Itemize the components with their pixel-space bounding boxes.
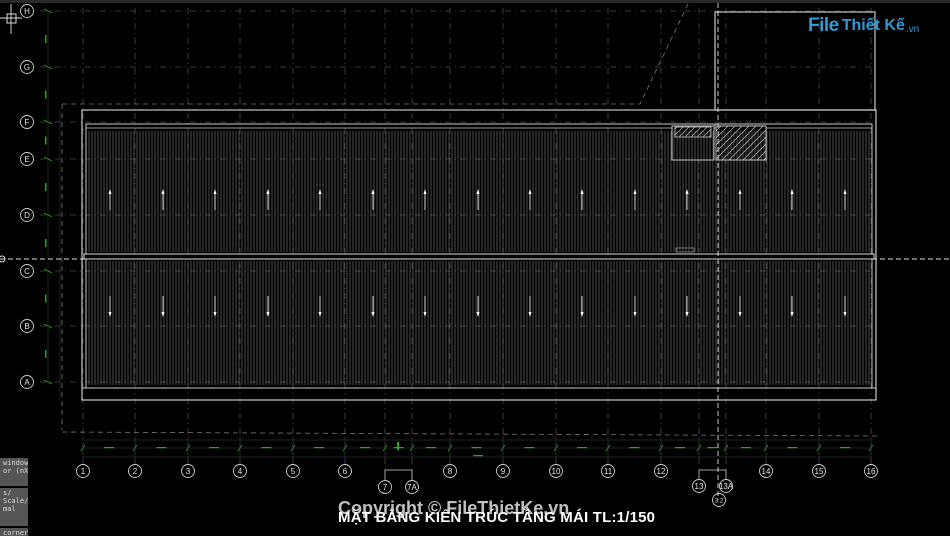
column-axis-label: 7 xyxy=(383,483,388,492)
dimension-text-mark xyxy=(45,350,47,358)
dimension-text-mark xyxy=(360,447,370,449)
row-axis-label: F xyxy=(25,118,30,127)
dimension-text-mark xyxy=(45,183,47,191)
dimension-text-mark xyxy=(629,447,640,449)
dimension-text-mark xyxy=(209,447,219,449)
ridge-label-tag xyxy=(675,247,695,253)
command-line-panel[interactable]: window, or (nX xyxy=(0,458,28,486)
dimension-text-mark xyxy=(675,447,685,449)
logo-file: File xyxy=(808,15,839,36)
row-axis-label: C xyxy=(24,267,30,276)
row-axis-label: E xyxy=(24,155,29,164)
dimension-text-mark xyxy=(471,447,482,449)
column-axis-label: 5 xyxy=(291,467,296,476)
dimension-text-mark xyxy=(840,447,850,449)
dimension-text-mark xyxy=(45,239,47,247)
dimension-text-mark xyxy=(45,136,47,145)
column-axis-label: 15 xyxy=(815,467,824,476)
column-axis-label: 14 xyxy=(762,467,771,476)
dimension-text-mark xyxy=(45,35,47,43)
dimension-text-mark xyxy=(397,442,399,450)
dimension-text-mark xyxy=(156,447,167,449)
column-axis-label: 16 xyxy=(867,467,876,476)
logo-vn: .vn xyxy=(905,23,920,35)
logo-thietke: Thiết Kế xyxy=(841,17,905,34)
row-axis-label: B xyxy=(24,322,29,331)
dimension-text-mark xyxy=(45,90,47,99)
dimension-text-mark xyxy=(45,294,47,303)
column-axis-label: 12 xyxy=(657,467,666,476)
column-axis-label: 11 xyxy=(604,467,613,476)
column-axis-label: 9 xyxy=(501,467,506,476)
column-axis-label: 1 xyxy=(81,467,86,476)
column-axis-label: 3 xyxy=(186,467,191,476)
dimension-text-mark xyxy=(426,447,436,449)
dimension-text-mark xyxy=(314,447,324,449)
column-axis-label: 13 xyxy=(695,482,704,491)
column-axis-label: 4 xyxy=(238,467,243,476)
column-axis-label: 13A xyxy=(719,482,734,491)
command-history-panel[interactable]: s/ Scale/ mal xyxy=(0,488,28,526)
cad-drawing-canvas[interactable]: HGFEDCBA 1 2 3 4 5 67 7A8 9 10 11 1213 13A14 15 163.2 xyxy=(0,0,950,536)
filethietke-logo: File Thiết Kế .vn xyxy=(808,12,919,40)
row-axis-label: A xyxy=(24,378,30,387)
dimension-text-mark xyxy=(707,447,718,449)
dimension-text-mark xyxy=(104,447,114,449)
row-axis-label: D xyxy=(24,211,30,220)
drawing-title: MẶT BẰNG KIẾN TRÚC TẦNG MÁI TL:1/150 xyxy=(338,509,656,526)
dimension-text-mark xyxy=(741,447,751,449)
row-axis-label: G xyxy=(24,63,30,72)
column-axis-label: 7A xyxy=(407,483,417,492)
dimension-text-mark xyxy=(473,455,483,457)
column-axis-label: 6 xyxy=(343,467,348,476)
dimension-text-mark xyxy=(261,447,272,449)
column-axis-label: 2 xyxy=(133,467,138,476)
command-hint-panel[interactable]: corner xyxy=(0,528,28,536)
column-axis-label: 8 xyxy=(448,467,453,476)
row-axis-label: H xyxy=(24,7,30,16)
column-axis-label: 10 xyxy=(552,467,561,476)
roof-ridge xyxy=(83,253,875,260)
dimension-text-mark xyxy=(577,447,587,449)
dimension-text-mark xyxy=(787,447,798,449)
section-tag-label: 3.2 xyxy=(715,499,724,505)
dimension-text-mark xyxy=(524,447,535,449)
